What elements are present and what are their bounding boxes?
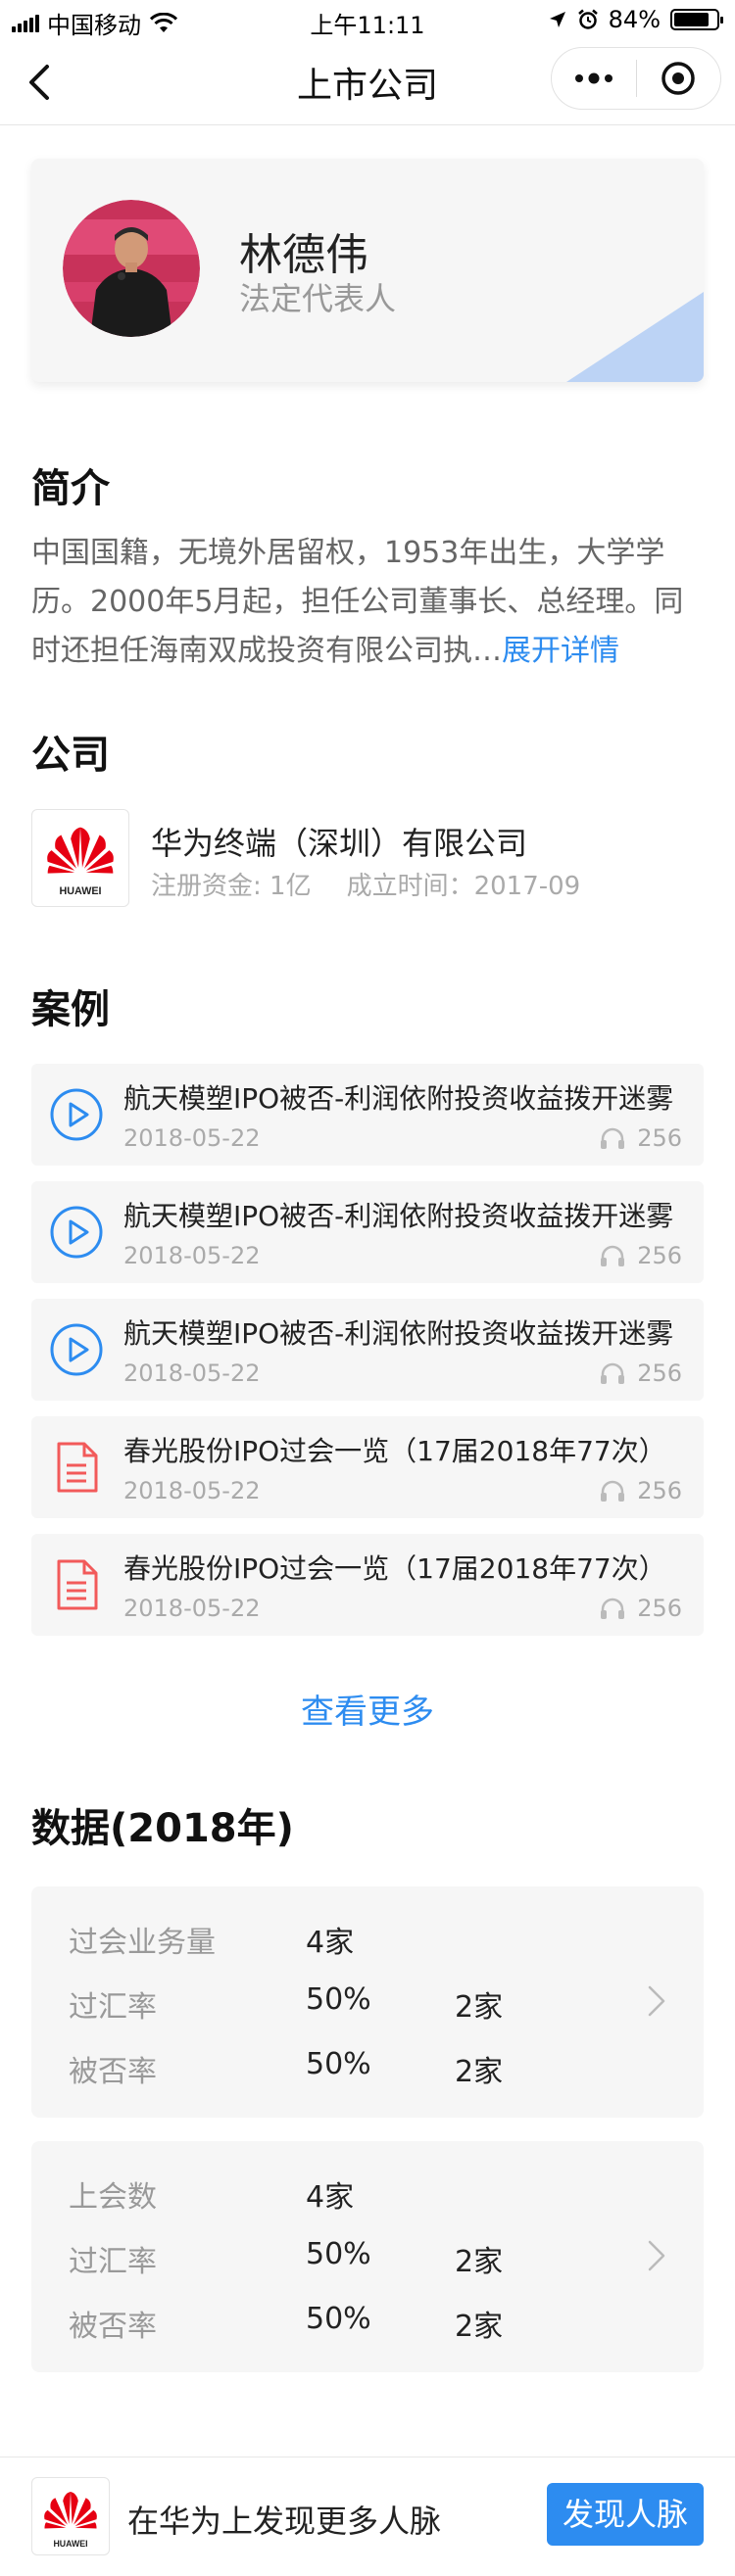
data-card[interactable]: 过会业务量 4家 过汇率 50% 2家 被否率 50% 2家	[31, 1886, 704, 2118]
case-title: 春光股份IPO过会一览（17届2018年77次）	[123, 1552, 666, 1585]
card-corner-decoration	[566, 292, 704, 382]
alarm-icon	[577, 9, 598, 29]
case-count: 256	[637, 1124, 682, 1152]
headphones-icon	[601, 1362, 625, 1384]
status-right: 84%	[548, 6, 723, 33]
intro-heading: 简介	[31, 466, 110, 511]
company-meta: 注册资金: 1亿 成立时间：2017-09	[151, 866, 580, 902]
data-value: 50%	[306, 2047, 371, 2081]
company-name: 华为终端（深圳）有限公司	[151, 825, 528, 862]
data-label: 过汇率	[69, 1990, 157, 2025]
case-count: 256	[637, 1242, 682, 1269]
company-founded: 成立时间：2017-09	[346, 872, 581, 901]
svg-text:HUAWEI: HUAWEI	[59, 885, 101, 897]
headphones-icon	[601, 1598, 625, 1619]
case-title: 航天模塑IPO被否-利润依附投资收益拨开迷雾	[123, 1200, 674, 1232]
case-title: 春光股份IPO过会一览（17届2018年77次）	[123, 1435, 666, 1467]
headphones-icon	[601, 1480, 625, 1502]
headphones-icon	[601, 1127, 625, 1149]
case-item[interactable]: 航天模塑IPO被否-利润依附投资收益拨开迷雾 2018-05-22 256	[31, 1299, 704, 1401]
case-listen-count: 256	[600, 1242, 682, 1269]
battery-icon	[670, 9, 723, 30]
chevron-right-icon	[648, 2240, 665, 2271]
data-label: 过会业务量	[69, 1926, 216, 1960]
case-item[interactable]: 航天模塑IPO被否-利润依附投资收益拨开迷雾 2018-05-22 256	[31, 1181, 704, 1283]
data-label: 过汇率	[69, 2245, 157, 2279]
play-icon	[50, 1323, 103, 1376]
company-heading: 公司	[31, 733, 110, 778]
more-dots-icon	[574, 72, 612, 84]
data-count: 2家	[455, 2245, 504, 2279]
bottom-bar-text: 在华为上发现更多人脉	[127, 2503, 442, 2540]
headphones-icon	[601, 1245, 625, 1266]
data-label: 上会数	[69, 2180, 157, 2215]
case-date: 2018-05-22	[123, 1477, 261, 1504]
data-count: 2家	[455, 2310, 504, 2344]
profile-role: 法定代表人	[239, 280, 397, 317]
case-date: 2018-05-22	[123, 1595, 261, 1622]
case-item[interactable]: 航天模塑IPO被否-利润依附投资收益拨开迷雾 2018-05-22 256	[31, 1064, 704, 1166]
case-listen-count: 256	[600, 1595, 682, 1622]
case-count: 256	[637, 1595, 682, 1622]
profile-card: 林德伟 法定代表人	[31, 159, 704, 382]
avatar	[63, 200, 200, 337]
case-title: 航天模塑IPO被否-利润依附投资收益拨开迷雾	[123, 1317, 674, 1350]
battery-percent: 84%	[608, 6, 661, 33]
data-label: 被否率	[69, 2055, 157, 2089]
bottom-bar: HUAWEI 在华为上发现更多人脉 发现人脉	[0, 2457, 735, 2576]
data-value: 50%	[306, 1982, 371, 2017]
profile-name: 林德伟	[239, 230, 368, 280]
svg-text:HUAWEI: HUAWEI	[53, 2539, 87, 2549]
view-more-link[interactable]: 查看更多	[0, 1685, 735, 1733]
data-value: 4家	[306, 1926, 355, 1960]
case-item[interactable]: 春光股份IPO过会一览（17届2018年77次） 2018-05-22 256	[31, 1534, 704, 1636]
discover-contacts-button[interactable]: 发现人脉	[547, 2483, 704, 2546]
case-date: 2018-05-22	[123, 1242, 261, 1269]
data-card[interactable]: 上会数 4家 过汇率 50% 2家 被否率 50% 2家	[31, 2141, 704, 2372]
data-count: 2家	[455, 2055, 504, 2089]
case-listen-count: 256	[600, 1124, 682, 1152]
chevron-right-icon	[648, 1985, 665, 2017]
company-capital: 注册资金: 1亿	[151, 872, 312, 901]
data-value: 50%	[306, 2237, 371, 2271]
data-label: 被否率	[69, 2310, 157, 2344]
case-date: 2018-05-22	[123, 1124, 261, 1152]
case-title: 航天模塑IPO被否-利润依附投资收益拨开迷雾	[123, 1082, 674, 1115]
mini-program-capsule	[551, 47, 721, 110]
case-item[interactable]: 春光股份IPO过会一览（17届2018年77次） 2018-05-22 256	[31, 1416, 704, 1518]
play-icon	[50, 1206, 103, 1259]
case-listen-count: 256	[600, 1477, 682, 1504]
data-count: 2家	[455, 1990, 504, 2025]
data-value: 50%	[306, 2302, 371, 2336]
document-icon	[57, 1559, 98, 1610]
expand-details-link[interactable]: 展开详情	[502, 634, 619, 668]
case-listen-count: 256	[600, 1360, 682, 1387]
nav-bar: 上市公司	[0, 39, 735, 125]
cases-heading: 案例	[31, 987, 110, 1032]
play-icon	[50, 1088, 103, 1141]
data-heading: 数据(2018年)	[31, 1806, 294, 1851]
data-value: 4家	[306, 2180, 355, 2215]
document-icon	[57, 1442, 98, 1493]
company-item[interactable]: HUAWEI 华为终端（深圳）有限公司 注册资金: 1亿 成立时间：2017-09	[31, 809, 704, 907]
case-date: 2018-05-22	[123, 1360, 261, 1387]
more-button[interactable]	[552, 47, 636, 110]
close-button[interactable]	[637, 47, 721, 110]
intro-text-block: 中国国籍，无境外居留权，1953年出生，大学学历。2000年5月起，担任公司董事…	[31, 529, 708, 676]
case-count: 256	[637, 1477, 682, 1504]
location-icon	[549, 12, 565, 27]
status-bar: 中国移动 上午11:11 84%	[0, 0, 735, 39]
huawei-logo: HUAWEI	[31, 2477, 110, 2555]
huawei-logo: HUAWEI	[31, 809, 129, 907]
close-target-icon	[662, 62, 695, 95]
case-count: 256	[637, 1360, 682, 1387]
